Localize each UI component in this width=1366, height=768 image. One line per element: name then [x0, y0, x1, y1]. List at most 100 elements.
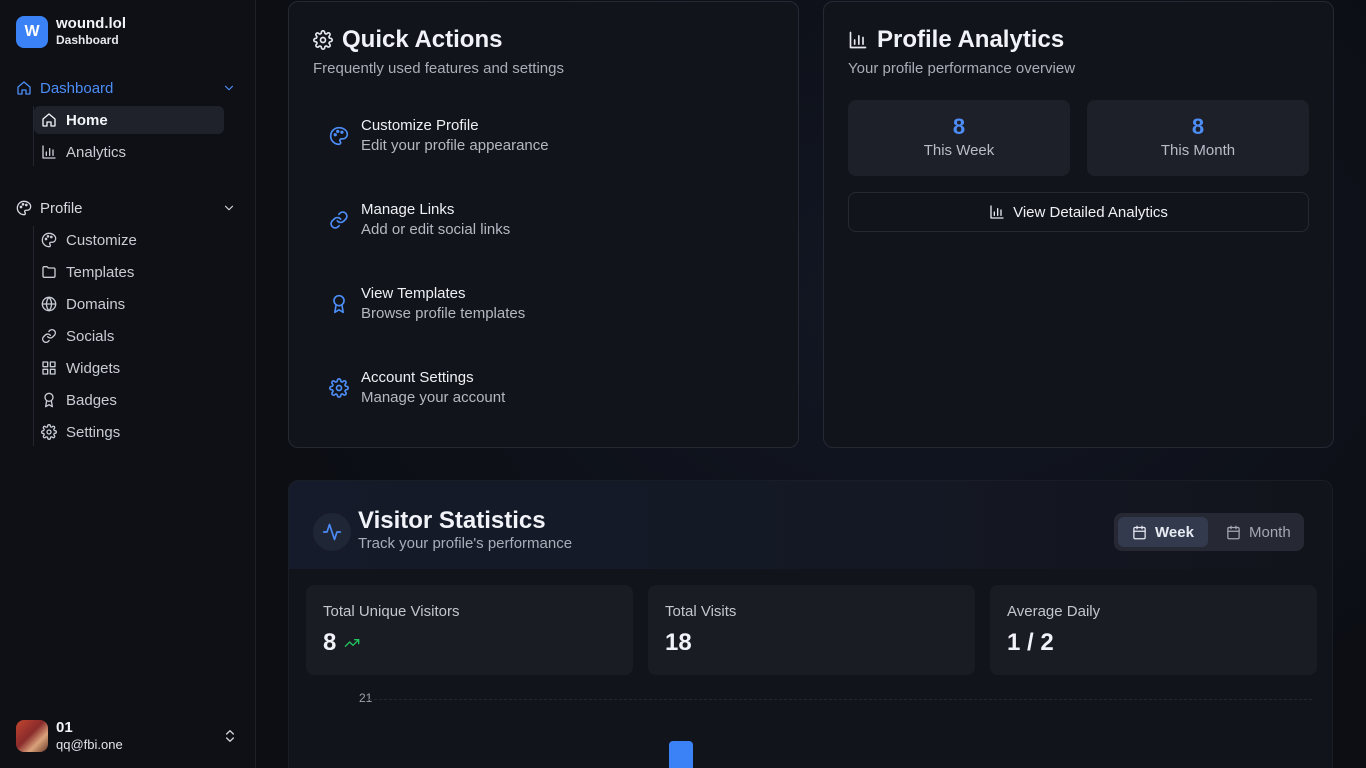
sidebar-item-label: Customize [66, 231, 137, 249]
chevron-down-icon [224, 205, 234, 211]
brand-logo: W [16, 16, 48, 48]
award-icon [333, 294, 345, 314]
view-detailed-analytics-button[interactable]: View Detailed Analytics [848, 192, 1309, 232]
nav-group-profile-toggle[interactable]: Profile [16, 196, 240, 220]
nav-group-dashboard-toggle[interactable]: Dashboard [16, 76, 240, 100]
card-description: Your profile performance overview [848, 60, 1076, 77]
stat-label: Average Daily [1007, 603, 1101, 620]
stat-value: 8 [952, 114, 966, 139]
stat-value: 8 [1191, 114, 1205, 139]
quick-action-label: Customize Profile [361, 117, 479, 134]
nav-group-label: Profile [40, 199, 83, 217]
sidebar-item-badges[interactable]: Badges [34, 386, 224, 414]
folder-icon [42, 266, 56, 278]
stat-label: This Week [923, 142, 995, 159]
bar-chart-icon [849, 31, 867, 49]
sidebar-item-templates[interactable]: Templates [34, 258, 224, 286]
user-email: qq@fbi.one [56, 737, 123, 752]
stat-value: 18 [665, 629, 692, 656]
user-name: 01 [56, 719, 73, 736]
bar-chart-icon [990, 205, 1004, 219]
link-icon [330, 211, 348, 229]
quick-action-view-templates[interactable]: View Templates Browse profile templates [329, 284, 525, 324]
period-month-button[interactable]: Month [1212, 517, 1300, 547]
sidebar-item-label: Badges [66, 391, 117, 409]
sidebar-item-domains[interactable]: Domains [34, 290, 224, 318]
sidebar-item-label: Templates [66, 263, 135, 281]
brand[interactable]: W wound.lol Dashboard [16, 16, 126, 48]
quick-action-desc: Add or edit social links [361, 221, 511, 238]
quick-action-label: Manage Links [361, 201, 455, 218]
palette-icon [16, 200, 32, 216]
sidebar-item-label: Domains [66, 295, 126, 313]
profile-analytics-card: Profile Analytics Your profile performan… [823, 1, 1334, 448]
stat-this-week: 8 This Week [848, 100, 1070, 176]
palette-icon [329, 126, 349, 146]
quick-action-desc: Edit your profile appearance [361, 137, 549, 154]
main-content: Quick Actions Frequently used features a… [256, 0, 1366, 768]
activity-icon [322, 523, 342, 541]
sidebar-item-label: Widgets [66, 359, 121, 377]
trending-up-icon [345, 639, 360, 647]
sidebar-item-label: Socials [66, 327, 115, 345]
quick-action-label: View Templates [361, 285, 466, 302]
card-title: Visitor Statistics [358, 507, 546, 534]
card-description: Track your profile's performance [358, 535, 573, 552]
sidebar-item-label: Analytics [66, 143, 127, 161]
link-icon [42, 329, 56, 343]
brand-name: wound.lol [56, 15, 126, 32]
card-description: Frequently used features and settings [313, 60, 564, 77]
brand-subtitle: Dashboard [56, 33, 119, 47]
toggle-label: Week [1155, 523, 1194, 541]
sidebar-item-analytics[interactable]: Analytics [34, 138, 224, 166]
stat-label: Total Unique Visitors [323, 603, 460, 620]
sidebar: W wound.lol Dashboard Dashboard Home Ana… [0, 0, 256, 768]
palette-icon [41, 232, 57, 248]
calendar-icon [1133, 525, 1146, 539]
chevron-down-icon [224, 85, 234, 91]
sidebar-item-label: Settings [66, 423, 121, 441]
stat-this-month: 8 This Month [1087, 100, 1309, 176]
quick-action-label: Account Settings [361, 369, 474, 386]
nav-group-label: Dashboard [40, 79, 114, 97]
visitor-chart: 21 [289, 681, 1332, 768]
chart-gridline [369, 699, 1312, 700]
stat-value: 1 / 2 [1007, 629, 1054, 656]
house-icon [42, 113, 56, 127]
grid-icon [42, 361, 56, 375]
gear-icon [329, 378, 349, 398]
sidebar-item-socials[interactable]: Socials [34, 322, 224, 350]
stat-average-daily: Average Daily 1 / 2 [990, 585, 1317, 675]
quick-action-desc: Manage your account [361, 389, 506, 406]
card-title: Profile Analytics [877, 26, 1065, 53]
sidebar-item-settings[interactable]: Settings [34, 418, 224, 446]
chart-bar[interactable] [669, 741, 693, 768]
button-label: View Detailed Analytics [1013, 203, 1168, 221]
quick-action-customize-profile[interactable]: Customize Profile Edit your profile appe… [329, 116, 549, 156]
award-icon [44, 392, 54, 408]
calendar-icon [1227, 525, 1240, 539]
stat-label: This Month [1160, 142, 1236, 159]
house-icon [17, 81, 31, 95]
stat-total-visits: Total Visits 18 [648, 585, 975, 675]
sidebar-item-home[interactable]: Home [34, 106, 224, 134]
sidebar-item-widgets[interactable]: Widgets [34, 354, 224, 382]
chart-y-tick: 21 [359, 691, 373, 705]
user-menu[interactable]: 01 qq@fbi.one [16, 719, 240, 752]
quick-action-desc: Browse profile templates [361, 305, 526, 322]
sidebar-item-customize[interactable]: Customize [34, 226, 224, 254]
quick-actions-card: Quick Actions Frequently used features a… [288, 1, 799, 448]
sidebar-item-label: Home [66, 111, 108, 129]
chevrons-up-down-icon [226, 730, 234, 742]
bar-chart-icon [42, 145, 56, 159]
gear-icon [313, 30, 333, 50]
activity-icon-badge [313, 513, 351, 551]
gear-icon [41, 424, 57, 440]
nav-group-profile: Profile Customize Templates Domains Soci… [16, 196, 240, 450]
globe-icon [41, 296, 57, 312]
quick-action-account-settings[interactable]: Account Settings Manage your account [329, 368, 505, 408]
toggle-label: Month [1249, 523, 1291, 541]
visitor-statistics-card: Visitor Statistics Track your profile's … [288, 480, 1333, 768]
quick-action-manage-links[interactable]: Manage Links Add or edit social links [329, 200, 510, 240]
period-week-button[interactable]: Week [1118, 517, 1208, 547]
